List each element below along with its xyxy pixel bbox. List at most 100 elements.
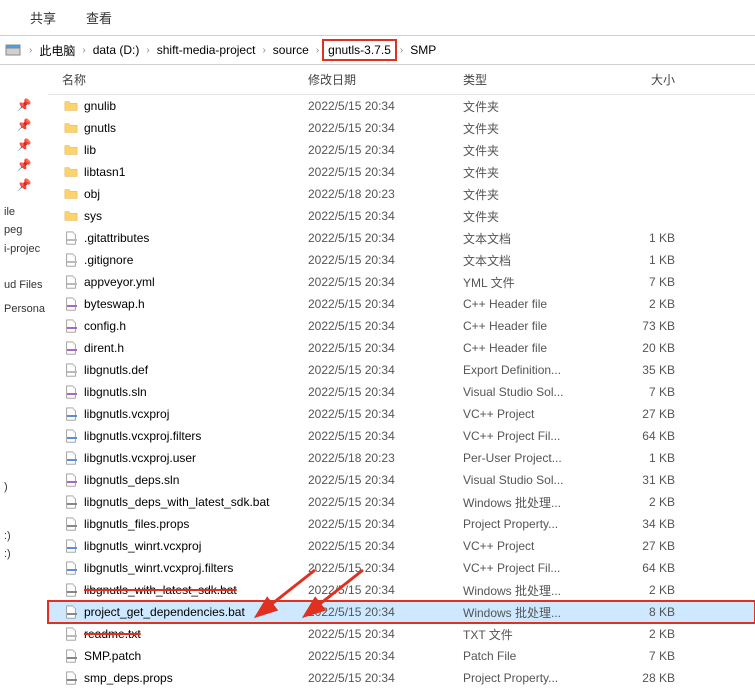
side-label[interactable]: Persona	[0, 300, 48, 318]
file-icon	[62, 516, 80, 532]
file-name: config.h	[84, 319, 308, 333]
side-label[interactable]: ile	[0, 203, 48, 221]
file-icon	[62, 296, 80, 312]
col-date[interactable]: 修改日期	[308, 71, 463, 88]
file-row[interactable]: gnutls2022/5/15 20:34文件夹	[48, 117, 755, 139]
chevron-right-icon[interactable]: ›	[313, 45, 322, 56]
file-name: gnulib	[84, 99, 308, 113]
side-label[interactable]: )	[0, 478, 48, 496]
pin-icon[interactable]: 📌	[17, 175, 32, 195]
file-row[interactable]: smp_deps.props2022/5/15 20:34Project Pro…	[48, 667, 755, 689]
side-label[interactable]: :)	[0, 527, 48, 545]
file-name: appveyor.yml	[84, 275, 308, 289]
bc-item-0[interactable]: 此电脑	[35, 38, 79, 63]
file-name: libgnutls_deps_with_latest_sdk.bat	[84, 495, 308, 509]
file-row[interactable]: appveyor.yml2022/5/15 20:34YML 文件7 KB	[48, 271, 755, 293]
pin-icon[interactable]: 📌	[17, 95, 32, 115]
file-row[interactable]: sys2022/5/15 20:34文件夹	[48, 205, 755, 227]
file-type: 文本文档	[463, 230, 615, 247]
file-name: dirent.h	[84, 341, 308, 355]
file-row[interactable]: SMP.patch2022/5/15 20:34Patch File7 KB	[48, 645, 755, 667]
file-size: 7 KB	[615, 385, 695, 399]
col-type[interactable]: 类型	[463, 71, 615, 88]
file-size: 64 KB	[615, 561, 695, 575]
bc-item-2[interactable]: shift-media-project	[153, 39, 260, 61]
chevron-right-icon[interactable]: ›	[79, 45, 88, 56]
file-row[interactable]: libgnutls_winrt.vcxproj.filters2022/5/15…	[48, 557, 755, 579]
file-row[interactable]: libgnutls.vcxproj.user2022/5/18 20:23Per…	[48, 447, 755, 469]
bc-item-5[interactable]: SMP	[406, 39, 440, 61]
file-row[interactable]: libgnutls_winrt.vcxproj2022/5/15 20:34VC…	[48, 535, 755, 557]
side-label[interactable]: ud Files	[0, 276, 48, 294]
file-icon	[62, 560, 80, 576]
file-row[interactable]: libgnutls_deps.sln2022/5/15 20:34Visual …	[48, 469, 755, 491]
file-row[interactable]: libgnutls.vcxproj.filters2022/5/15 20:34…	[48, 425, 755, 447]
file-row[interactable]: libgnutls.vcxproj2022/5/15 20:34VC++ Pro…	[48, 403, 755, 425]
file-date: 2022/5/15 20:34	[308, 319, 463, 333]
bc-item-1[interactable]: data (D:)	[89, 39, 144, 61]
file-name: byteswap.h	[84, 297, 308, 311]
file-row[interactable]: project_get_dependencies.bat2022/5/15 20…	[48, 601, 755, 623]
side-label[interactable]: :)	[0, 545, 48, 563]
file-row[interactable]: dirent.h2022/5/15 20:34C++ Header file20…	[48, 337, 755, 359]
file-row[interactable]: libtasn12022/5/15 20:34文件夹	[48, 161, 755, 183]
file-row[interactable]: libgnutls_files.props2022/5/15 20:34Proj…	[48, 513, 755, 535]
file-icon	[62, 648, 80, 664]
file-name: libtasn1	[84, 165, 308, 179]
pin-icon[interactable]: 📌	[17, 115, 32, 135]
col-size[interactable]: 大小	[615, 71, 695, 88]
file-name: smp_deps.props	[84, 671, 308, 685]
file-row[interactable]: lib2022/5/15 20:34文件夹	[48, 139, 755, 161]
chevron-right-icon[interactable]: ›	[259, 45, 268, 56]
file-name: project_get_dependencies.bat	[84, 605, 308, 619]
side-label[interactable]: i-projec	[0, 240, 48, 258]
file-name: sys	[84, 209, 308, 223]
pin-icon[interactable]: 📌	[17, 135, 32, 155]
file-row[interactable]: libgnutls.def2022/5/15 20:34Export Defin…	[48, 359, 755, 381]
breadcrumb[interactable]: › 此电脑 › data (D:) › shift-media-project …	[0, 35, 755, 65]
file-size: 27 KB	[615, 539, 695, 553]
bc-item-4[interactable]: gnutls-3.7.5	[322, 39, 397, 61]
file-type: Per-User Project...	[463, 451, 615, 465]
file-size: 31 KB	[615, 473, 695, 487]
chevron-right-icon[interactable]: ›	[143, 45, 152, 56]
file-size: 27 KB	[615, 407, 695, 421]
file-icon	[62, 384, 80, 400]
chevron-right-icon[interactable]: ›	[397, 45, 406, 56]
file-row[interactable]: readme.txt2022/5/15 20:34TXT 文件2 KB	[48, 623, 755, 645]
col-name[interactable]: 名称	[62, 71, 308, 88]
bc-item-3[interactable]: source	[269, 39, 313, 61]
file-size: 2 KB	[615, 627, 695, 641]
file-icon	[62, 494, 80, 510]
tab-share[interactable]: 共享	[30, 8, 56, 27]
side-label[interactable]: peg	[0, 221, 48, 239]
file-icon	[62, 604, 80, 620]
file-type: VC++ Project	[463, 539, 615, 553]
file-icon	[62, 670, 80, 686]
file-row[interactable]: .gitignore2022/5/15 20:34文本文档1 KB	[48, 249, 755, 271]
tab-view[interactable]: 查看	[86, 8, 112, 27]
file-name: libgnutls_deps.sln	[84, 473, 308, 487]
file-row[interactable]: libgnutls_with_latest_sdk.bat2022/5/15 2…	[48, 579, 755, 601]
file-row[interactable]: libgnutls_deps_with_latest_sdk.bat2022/5…	[48, 491, 755, 513]
file-type: 文件夹	[463, 186, 615, 203]
file-row[interactable]: .gitattributes2022/5/15 20:34文本文档1 KB	[48, 227, 755, 249]
chevron-right-icon[interactable]: ›	[26, 45, 35, 56]
file-row[interactable]: obj2022/5/18 20:23文件夹	[48, 183, 755, 205]
file-type: Project Property...	[463, 671, 615, 685]
file-date: 2022/5/15 20:34	[308, 539, 463, 553]
file-date: 2022/5/18 20:23	[308, 451, 463, 465]
file-row[interactable]: gnulib2022/5/15 20:34文件夹	[48, 95, 755, 117]
file-row[interactable]: byteswap.h2022/5/15 20:34C++ Header file…	[48, 293, 755, 315]
folder-icon	[62, 186, 80, 202]
file-icon	[62, 538, 80, 554]
file-row[interactable]: config.h2022/5/15 20:34C++ Header file73…	[48, 315, 755, 337]
file-date: 2022/5/15 20:34	[308, 209, 463, 223]
file-row[interactable]: libgnutls.sln2022/5/15 20:34Visual Studi…	[48, 381, 755, 403]
file-size: 2 KB	[615, 495, 695, 509]
file-icon	[62, 340, 80, 356]
file-date: 2022/5/15 20:34	[308, 143, 463, 157]
file-date: 2022/5/15 20:34	[308, 99, 463, 113]
file-size: 7 KB	[615, 649, 695, 663]
pin-icon[interactable]: 📌	[17, 155, 32, 175]
